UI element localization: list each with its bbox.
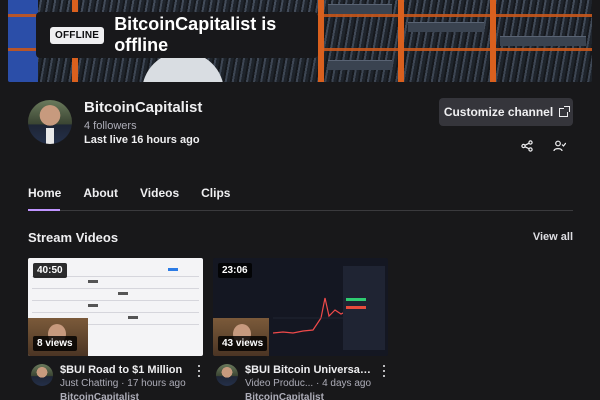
view-all-link[interactable]: View all [533, 231, 573, 243]
video-subtitle: Just Chatting · 17 hours ago [60, 378, 186, 389]
kebab-menu-icon[interactable] [380, 364, 388, 378]
video-title[interactable]: $BUI Road to $1 Million [60, 364, 188, 376]
banner-server [328, 60, 392, 70]
tab-home[interactable]: Home [28, 186, 61, 210]
channel-tabs: Home About Videos Clips [28, 186, 252, 210]
tabs-divider [28, 210, 573, 211]
follow-button[interactable] [549, 137, 569, 155]
thumb-cell [168, 268, 178, 271]
thumb-sheet-row [32, 312, 199, 313]
video-duration: 40:50 [33, 263, 67, 278]
video-thumbnail[interactable]: 40:50 8 views [28, 258, 203, 356]
last-live-text: Last live 16 hours ago [84, 134, 200, 146]
customize-channel-label: Customize channel [443, 105, 554, 119]
video-card[interactable]: 40:50 8 views $BUI Road to $1 Million Ju… [28, 258, 203, 400]
tab-about[interactable]: About [83, 186, 118, 210]
video-title[interactable]: $BUI Bitcoin Universal ... [245, 364, 373, 376]
video-channel-avatar[interactable] [216, 364, 238, 386]
video-views: 8 views [33, 336, 77, 351]
section-title: Stream Videos [28, 230, 119, 245]
video-subtitle: Video Produc... · 4 days ago [245, 378, 372, 389]
thumb-chart [273, 297, 345, 334]
video-card[interactable]: 23:06 43 views $BUI Bitcoin Universal ..… [213, 258, 388, 400]
video-meta: $BUI Road to $1 Million Just Chatting · … [28, 362, 203, 400]
banner-server [408, 22, 484, 32]
thumb-sheet-row [32, 288, 199, 289]
channel-name[interactable]: BitcoinCapitalist [84, 99, 202, 116]
banner-image-panel [8, 0, 38, 82]
thumb-sell-bar [346, 306, 366, 309]
banner-rack [398, 0, 404, 82]
follow-user-icon [552, 140, 566, 152]
banner-rack [318, 0, 324, 82]
kebab-menu-icon[interactable] [195, 364, 203, 378]
tab-clips[interactable]: Clips [201, 186, 230, 210]
video-channel-name[interactable]: BitcoinCapitalist [245, 392, 324, 400]
thumb-cell [88, 304, 98, 307]
thumb-cell [118, 292, 128, 295]
video-duration: 23:06 [218, 263, 252, 278]
channel-avatar[interactable] [28, 100, 72, 144]
banner-rack [490, 0, 496, 82]
offline-badge: OFFLINE [50, 26, 105, 44]
banner-server [328, 4, 392, 14]
offline-card: OFFLINE BitcoinCapitalist is offline [36, 12, 318, 58]
video-thumbnail[interactable]: 23:06 43 views [213, 258, 388, 356]
active-tab-indicator [28, 209, 60, 211]
video-meta: $BUI Bitcoin Universal ... Video Produc.… [213, 362, 388, 400]
share-icon [521, 140, 533, 152]
customize-channel-button[interactable]: Customize channel [439, 98, 573, 126]
share-button[interactable] [517, 137, 537, 155]
video-channel-avatar[interactable] [31, 364, 53, 386]
followers-count: 4 followers [84, 120, 137, 132]
banner-server [500, 36, 586, 46]
channel-banner: OFFLINE BitcoinCapitalist is offline [8, 0, 592, 82]
thumb-cell [88, 280, 98, 283]
external-link-icon [559, 105, 571, 117]
offline-text: BitcoinCapitalist is offline [114, 14, 277, 55]
video-channel-name[interactable]: BitcoinCapitalist [60, 392, 139, 400]
video-views: 43 views [218, 336, 268, 351]
thumb-sheet-row [32, 300, 199, 301]
thumb-cell [128, 316, 138, 319]
tab-videos[interactable]: Videos [140, 186, 179, 210]
thumb-buy-bar [346, 298, 366, 301]
